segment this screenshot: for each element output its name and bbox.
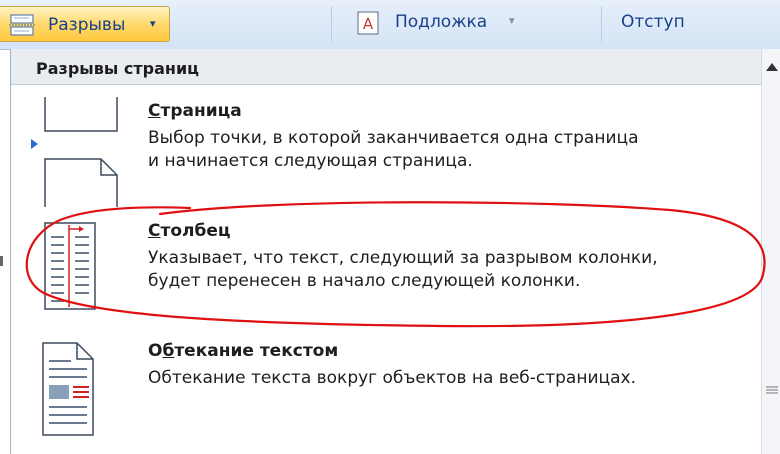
indent-label: Отступ: [621, 12, 685, 32]
separator: [601, 6, 602, 42]
breaks-button[interactable]: Разрывы ▾: [0, 6, 170, 42]
watermark-button[interactable]: Подложка: [395, 12, 487, 32]
menu-item-description: Указывает, что текст, следующий за разры…: [148, 248, 658, 291]
menu-header: Разрывы страниц: [11, 49, 761, 85]
left-edge-mark: [0, 256, 3, 266]
menu-item-description: Выбор точки, в которой заканчивается одн…: [148, 128, 639, 171]
breaks-label: Разрывы: [48, 15, 126, 35]
page-breaks-menu: Разрывы страниц Страница Выбор точки, в …: [10, 49, 780, 454]
text-wrapping-icon: [42, 342, 94, 436]
menu-item-column[interactable]: Столбец Указывает, что текст, следующий …: [11, 213, 761, 333]
page-break-icon: [31, 97, 118, 207]
column-break-icon: [44, 222, 96, 310]
menu-item-title: Столбец: [148, 221, 231, 241]
resize-grip-icon[interactable]: [766, 385, 778, 395]
menu-item-description: Обтекание текста вокруг объектов на веб-…: [148, 368, 636, 388]
menu-item-page[interactable]: Страница Выбор точки, в которой заканчив…: [11, 93, 761, 213]
menu-item-text-wrapping[interactable]: Обтекание текстом Обтекание текста вокру…: [11, 333, 761, 453]
ribbon-toolbar: Разрывы ▾ A Подложка ▾ Отступ: [0, 0, 780, 50]
chevron-down-icon: ▾: [509, 14, 515, 27]
svg-text:A: A: [363, 15, 374, 33]
menu-item-title: Обтекание текстом: [148, 341, 339, 361]
breaks-icon: [9, 14, 35, 36]
chevron-down-icon: ▾: [150, 17, 156, 30]
menu-scrollbar[interactable]: [761, 49, 780, 454]
scroll-up-icon[interactable]: [765, 61, 779, 73]
separator: [331, 6, 332, 42]
watermark-icon[interactable]: A: [357, 11, 379, 35]
menu-item-title: Страница: [148, 101, 242, 121]
menu-header-title: Разрывы страниц: [36, 59, 200, 78]
